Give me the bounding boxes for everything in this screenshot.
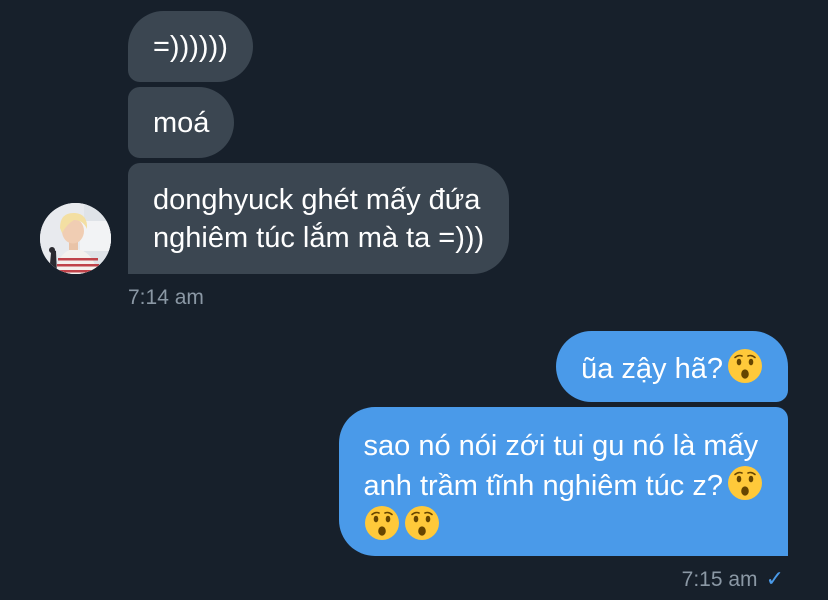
incoming-message-bubble[interactable]: moá xyxy=(128,87,235,158)
message-text-line: nghiêm túc lắm mà ta =))) xyxy=(153,222,485,254)
incoming-message-bubble[interactable]: donghyuck ghét mấy đứa nghiêm túc lắm mà… xyxy=(128,163,510,274)
hushed-face-emoji-icon xyxy=(404,505,440,541)
message-timestamp: 7:15 am xyxy=(681,568,758,591)
message-text-line: anh trầm tĩnh nghiêm túc z? xyxy=(363,470,723,502)
message-text-line: sao nó nói zới tui gu nó là mấy xyxy=(363,430,759,462)
avatar-blonde-boy xyxy=(40,203,111,274)
hushed-face-emoji-icon xyxy=(727,348,763,384)
contact-avatar[interactable] xyxy=(40,203,111,274)
hushed-face-emoji-icon xyxy=(364,505,400,541)
message-text: ũa zậy hã? xyxy=(581,353,723,385)
incoming-message-bubble[interactable]: =)))))) xyxy=(128,11,253,82)
message-text-line: donghyuck ghét mấy đứa xyxy=(153,184,481,216)
message-timestamp: 7:14 am xyxy=(128,286,204,309)
message-text: =)))))) xyxy=(153,31,228,63)
message-timestamp-row: 7:15 am ✓ xyxy=(682,566,784,593)
outgoing-message-bubble[interactable]: ũa zậy hã? xyxy=(556,331,788,402)
checkmark-icon: ✓ xyxy=(765,566,784,591)
message-text: moá xyxy=(153,107,210,139)
hushed-face-emoji-icon xyxy=(727,465,763,501)
outgoing-message-bubble[interactable]: sao nó nói zới tui gu nó là mấy anh trầm… xyxy=(338,407,788,556)
